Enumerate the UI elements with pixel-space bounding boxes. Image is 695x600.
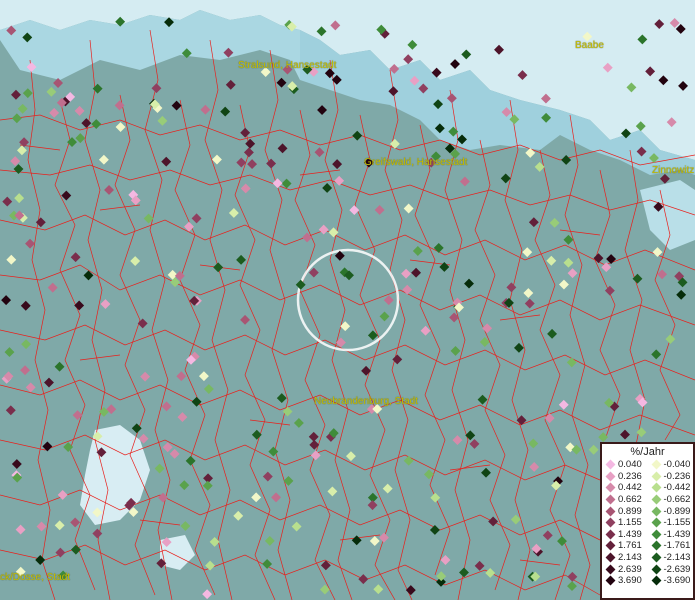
legend-swatch [605,506,616,517]
legend-entry-positive: 0.442 [602,482,648,493]
legend-value: -0.899 [663,505,691,517]
legend-row: 0.236 -0.236 [602,471,693,483]
legend-value: 2.639 [618,563,642,575]
legend-swatch [651,517,661,528]
legend-swatch [651,564,661,575]
legend-entry-positive: 2.639 [602,564,648,575]
place-label-kyritz: ck/Dosse, Stadt [0,572,71,583]
legend-entry-negative: -1.155 [648,517,694,528]
legend-value: 2.143 [618,552,642,564]
legend-row: 0.662 -0.662 [602,494,693,506]
legend-entry-positive: 2.143 [602,552,648,563]
legend-title: %/Jahr [630,446,665,458]
legend-value: -0.662 [663,494,691,506]
legend-swatch [651,471,661,482]
legend-value: 1.439 [618,528,642,540]
legend-swatch [605,575,616,586]
legend-value: 1.761 [618,540,642,552]
place-label-greifswald: Greifswald, Hansestadt [364,157,468,168]
legend-swatch [651,529,661,540]
legend-entry-positive: 0.236 [602,471,648,482]
map-legend: %/Jahr 0.040 -0.040 0.236 -0.236 0.442 -0.442… [600,442,695,600]
legend-value: 0.040 [618,459,642,471]
legend-entry-positive: 1.761 [602,540,648,551]
legend-value: -2.143 [663,552,691,564]
legend-entry-negative: -1.761 [648,540,694,551]
legend-entry-positive: 1.439 [602,529,648,540]
legend-entry-negative: -0.899 [648,506,694,517]
legend-row: 2.639 -2.639 [602,563,693,575]
legend-value: -1.761 [663,540,691,552]
legend-value: 1.155 [618,517,642,529]
legend-swatch [605,564,616,575]
place-label-stralsund: Stralsund, Hansestadt [238,60,337,71]
legend-swatch [651,575,661,586]
legend-swatch [605,459,616,470]
legend-entry-negative: -1.439 [648,529,694,540]
legend-entry-positive: 3.690 [602,575,648,586]
legend-value: -0.236 [663,470,691,482]
legend-row: 0.442 -0.442 [602,482,693,494]
legend-value: 0.236 [618,470,642,482]
legend-entry-positive: 0.662 [602,494,648,505]
legend-swatch [605,552,616,563]
legend-value: -2.639 [663,563,691,575]
legend-row: 0.040 -0.040 [602,459,693,471]
legend-value: -1.439 [663,528,691,540]
legend-swatch [651,552,661,563]
legend-value: 0.662 [618,494,642,506]
legend-swatch [651,483,661,493]
legend-entry-negative: -0.442 [648,482,694,493]
legend-entry-negative: -0.662 [648,494,694,505]
legend-value: -0.040 [663,459,691,471]
legend-entry-negative: -2.639 [648,564,694,575]
legend-swatch [651,506,661,517]
legend-swatch [605,483,616,493]
place-label-baabe: Baabe [575,40,604,51]
legend-rows: 0.040 -0.040 0.236 -0.236 0.442 -0.442 0.662 -0… [602,459,693,587]
legend-entry-negative: -2.143 [648,552,694,563]
legend-row: 3.690 -3.690 [602,575,693,587]
legend-swatch [605,541,616,551]
legend-value: 0.442 [618,482,642,494]
legend-swatch [605,517,616,528]
legend-value: -0.442 [663,482,691,494]
legend-row: 2.143 -2.143 [602,552,693,564]
legend-value: -1.155 [663,517,691,529]
legend-swatch [651,541,661,551]
place-label-neubrandenburg: Neubrandenburg, Stadt [314,396,418,407]
legend-swatch [605,471,616,482]
map-canvas[interactable] [0,0,695,600]
legend-value: 3.690 [618,575,642,587]
legend-swatch [605,529,616,540]
legend-entry-negative: -0.040 [648,459,694,470]
legend-entry-positive: 1.155 [602,517,648,528]
legend-swatch [651,494,661,505]
legend-entry-negative: -3.690 [648,575,694,586]
legend-value: -3.690 [663,575,691,587]
legend-entry-positive: 0.040 [602,459,648,470]
legend-value: 0.899 [618,505,642,517]
place-label-zinnowitz: Zinnowitz [652,165,695,176]
legend-swatch [651,459,661,470]
legend-entry-negative: -0.236 [648,471,694,482]
legend-entry-positive: 0.899 [602,506,648,517]
legend-swatch [605,494,616,505]
legend-row: 1.155 -1.155 [602,517,693,529]
legend-row: 0.899 -0.899 [602,505,693,517]
legend-row: 1.439 -1.439 [602,529,693,541]
legend-row: 1.761 -1.761 [602,540,693,552]
